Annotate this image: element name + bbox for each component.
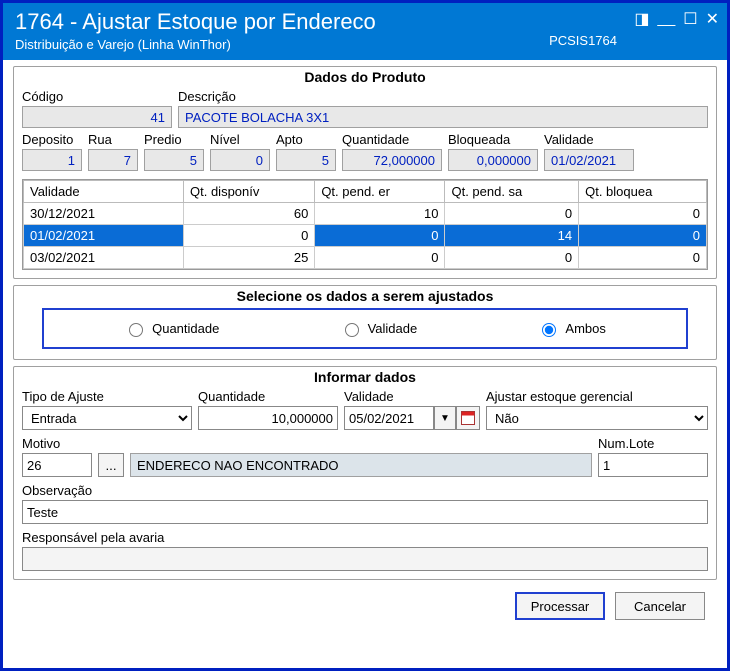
- label-validade: Validade: [544, 132, 634, 147]
- input-responsavel: [22, 547, 708, 571]
- label-deposito: Deposito: [22, 132, 82, 147]
- value-predio: 5: [144, 149, 204, 171]
- table-cell: 0: [445, 247, 579, 269]
- table-row[interactable]: 01/02/202100140: [24, 225, 707, 247]
- calendar-button[interactable]: [456, 406, 480, 430]
- table-cell: 14: [445, 225, 579, 247]
- system-id: PCSIS1764: [549, 33, 617, 48]
- col-pend-e[interactable]: Qt. pend. er: [315, 181, 445, 203]
- col-disponivel[interactable]: Qt. disponív: [184, 181, 315, 203]
- input-motivo-cod[interactable]: [22, 453, 92, 477]
- radio-quantidade[interactable]: Quantidade: [124, 320, 219, 337]
- radio-quantidade-input[interactable]: [129, 323, 143, 337]
- table-cell: 0: [579, 203, 707, 225]
- radio-ambos-label: Ambos: [565, 321, 605, 336]
- legend-dados-produto: Dados do Produto: [22, 69, 708, 85]
- label-codigo: Código: [22, 89, 172, 104]
- value-nivel: 0: [210, 149, 270, 171]
- label-inf-validade: Validade: [344, 389, 480, 404]
- radio-validade-label: Validade: [368, 321, 418, 336]
- window-title: 1764 - Ajustar Estoque por Endereco: [15, 9, 715, 35]
- value-descricao: PACOTE BOLACHA 3X1: [178, 106, 708, 128]
- group-informar: Informar dados Tipo de Ajuste Entrada Qu…: [13, 366, 717, 580]
- dropdown-validade-button[interactable]: ▼: [434, 406, 456, 430]
- radio-quantidade-label: Quantidade: [152, 321, 219, 336]
- table-cell: 0: [184, 225, 315, 247]
- table-cell: 0: [579, 247, 707, 269]
- label-rua: Rua: [88, 132, 138, 147]
- label-motivo: Motivo: [22, 436, 92, 451]
- close-icon[interactable]: ✕: [706, 9, 719, 29]
- col-bloqueada[interactable]: Qt. bloquea: [579, 181, 707, 203]
- input-validade[interactable]: [344, 406, 434, 430]
- table-cell: 0: [445, 203, 579, 225]
- label-nivel: Nível: [210, 132, 270, 147]
- input-quantidade[interactable]: [198, 406, 338, 430]
- label-predio: Predio: [144, 132, 204, 147]
- table-cell: 0: [315, 225, 445, 247]
- label-apto: Apto: [276, 132, 336, 147]
- value-codigo: 41: [22, 106, 172, 128]
- radio-validade-input[interactable]: [345, 323, 359, 337]
- select-tipo-ajuste[interactable]: Entrada: [22, 406, 192, 430]
- label-num-lote: Num.Lote: [598, 436, 708, 451]
- label-tipo-ajuste: Tipo de Ajuste: [22, 389, 192, 404]
- label-inf-quantidade: Quantidade: [198, 389, 338, 404]
- motivo-descricao: ENDERECO NAO ENCONTRADO: [130, 453, 592, 477]
- table-cell: 60: [184, 203, 315, 225]
- table-cell: 25: [184, 247, 315, 269]
- label-bloqueada: Bloqueada: [448, 132, 538, 147]
- titlebar: 1764 - Ajustar Estoque por Endereco Dist…: [3, 3, 727, 60]
- value-validade: 01/02/2021: [544, 149, 634, 171]
- maximize-icon[interactable]: ☐: [683, 9, 697, 29]
- edit-icon[interactable]: ◨: [634, 9, 649, 29]
- label-ajustar-ger: Ajustar estoque gerencial: [486, 389, 708, 404]
- cancelar-button[interactable]: Cancelar: [615, 592, 705, 620]
- radio-ambos-input[interactable]: [542, 323, 556, 337]
- value-apto: 5: [276, 149, 336, 171]
- col-validade[interactable]: Validade: [24, 181, 184, 203]
- label-observacao: Observação: [22, 483, 708, 498]
- minimize-icon[interactable]: __: [657, 10, 675, 28]
- legend-informar: Informar dados: [22, 369, 708, 385]
- radio-ambos[interactable]: Ambos: [537, 320, 605, 337]
- table-cell: 01/02/2021: [24, 225, 184, 247]
- grid-estoque[interactable]: Validade Qt. disponív Qt. pend. er Qt. p…: [22, 179, 708, 270]
- table-cell: 10: [315, 203, 445, 225]
- label-descricao: Descrição: [178, 89, 708, 104]
- value-deposito: 1: [22, 149, 82, 171]
- table-row[interactable]: 30/12/2021601000: [24, 203, 707, 225]
- legend-selecao: Selecione os dados a serem ajustados: [22, 288, 708, 304]
- value-rua: 7: [88, 149, 138, 171]
- group-selecao: Selecione os dados a serem ajustados Qua…: [13, 285, 717, 360]
- label-quantidade: Quantidade: [342, 132, 442, 147]
- table-cell: 30/12/2021: [24, 203, 184, 225]
- table-row[interactable]: 03/02/202125000: [24, 247, 707, 269]
- value-quantidade: 72,000000: [342, 149, 442, 171]
- lookup-motivo-button[interactable]: ...: [98, 453, 124, 477]
- table-cell: 0: [579, 225, 707, 247]
- calendar-icon: [461, 411, 475, 425]
- processar-button[interactable]: Processar: [515, 592, 605, 620]
- group-dados-produto: Dados do Produto Código 41 Descrição PAC…: [13, 66, 717, 279]
- table-cell: 03/02/2021: [24, 247, 184, 269]
- input-observacao[interactable]: [22, 500, 708, 524]
- table-cell: 0: [315, 247, 445, 269]
- label-responsavel: Responsável pela avaria: [22, 530, 708, 545]
- col-pend-s[interactable]: Qt. pend. sa: [445, 181, 579, 203]
- radio-validade[interactable]: Validade: [340, 320, 418, 337]
- input-num-lote[interactable]: [598, 453, 708, 477]
- select-ajustar-ger[interactable]: Não: [486, 406, 708, 430]
- value-bloqueada: 0,000000: [448, 149, 538, 171]
